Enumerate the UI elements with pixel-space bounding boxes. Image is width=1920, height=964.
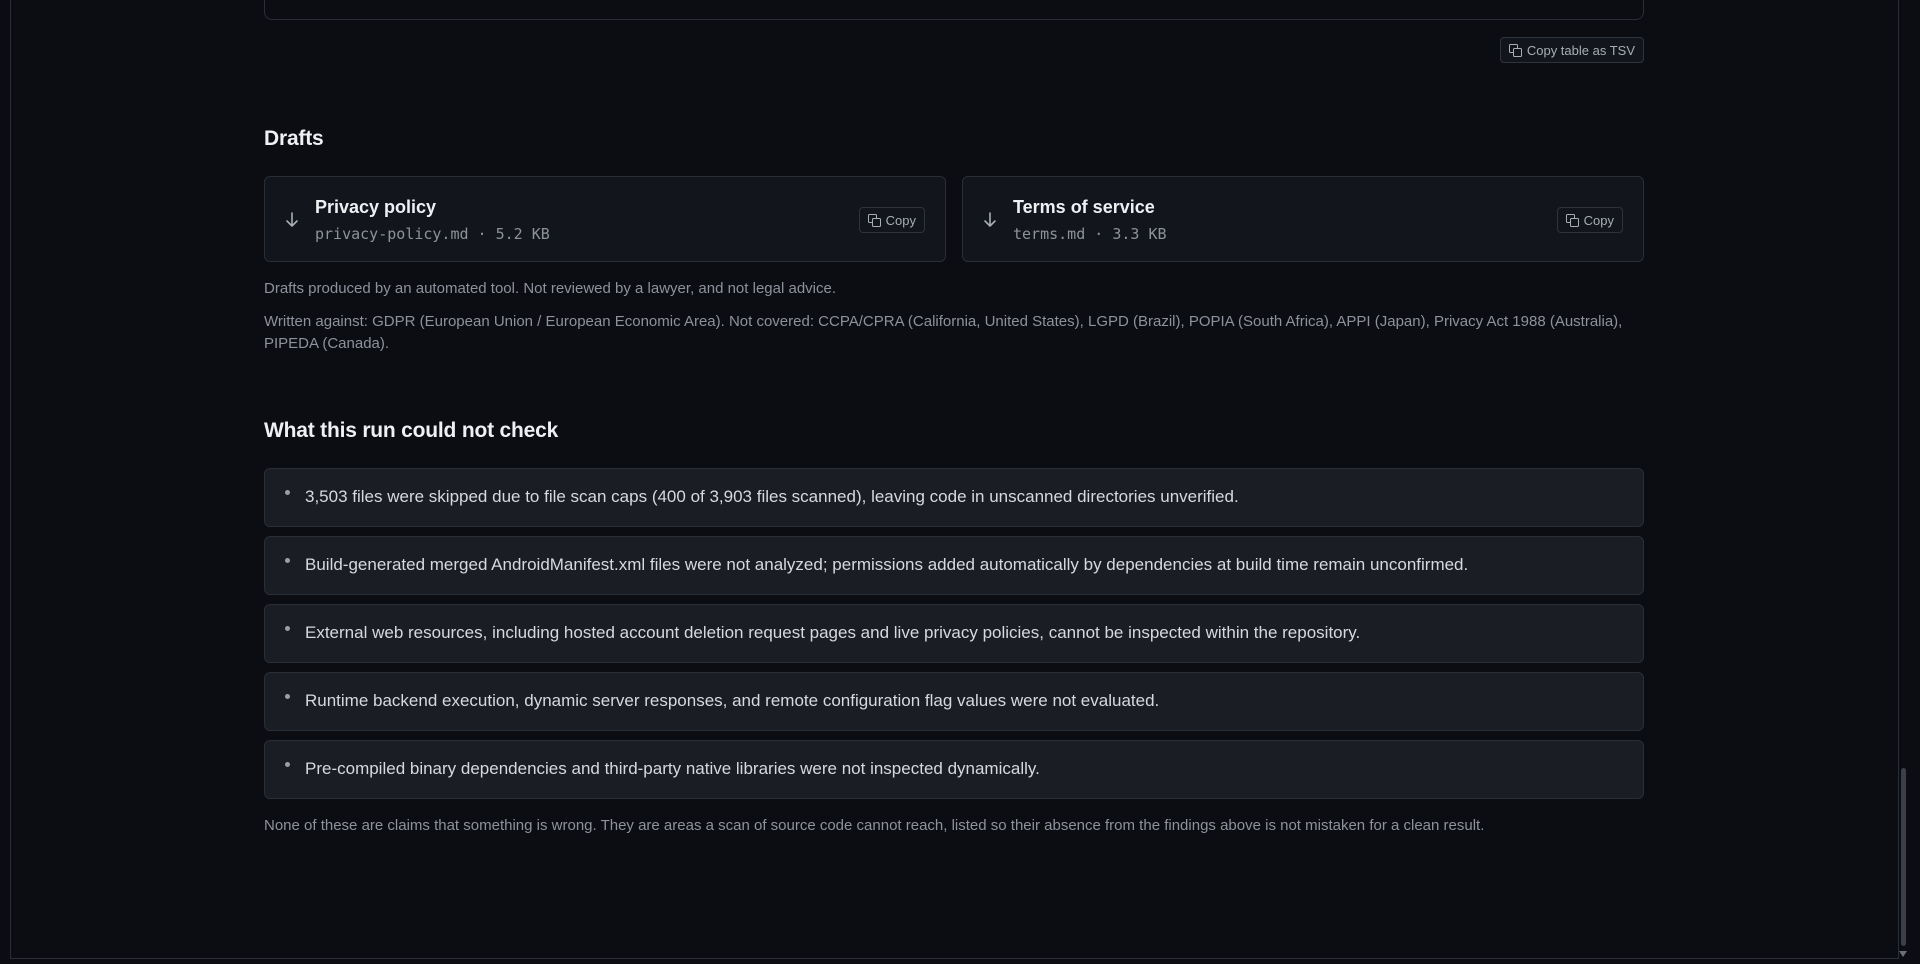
draft-card-terms-of-service[interactable]: Terms of service terms.md · 3.3 KB Copy <box>962 176 1644 262</box>
bullet-icon <box>285 558 290 563</box>
scroll-down-arrow-icon[interactable] <box>1899 951 1907 957</box>
page-scrollbar[interactable] <box>1898 0 1910 959</box>
copy-privacy-policy-button[interactable]: Copy <box>858 207 925 233</box>
draft-card-privacy-policy[interactable]: Privacy policy privacy-policy.md · 5.2 K… <box>264 176 946 262</box>
list-item: Pre-compiled binary dependencies and thi… <box>264 740 1644 799</box>
list-item-text: Pre-compiled binary dependencies and thi… <box>305 759 1040 778</box>
drafts-disclaimer: Drafts produced by an automated tool. No… <box>264 280 836 297</box>
drafts-coverage-note: Written against: GDPR (European Union / … <box>264 313 1623 352</box>
bullet-icon <box>285 626 290 631</box>
copy-terms-button[interactable]: Copy <box>1556 207 1623 233</box>
copy-table-tsv-label: Copy table as TSV <box>1526 42 1635 58</box>
copy-icon <box>1508 44 1522 57</box>
draft-title: Privacy policy <box>315 197 437 217</box>
arrow-down-icon <box>286 212 298 227</box>
copy-label: Copy <box>1583 212 1614 228</box>
draft-file-meta: privacy-policy.md · 5.2 KB <box>315 225 550 243</box>
list-item: Build-generated merged AndroidManifest.x… <box>264 536 1644 595</box>
list-item-text: External web resources, including hosted… <box>305 623 1361 642</box>
copy-icon <box>867 214 881 227</box>
list-item: 3,503 files were skipped due to file sca… <box>264 468 1644 527</box>
unchecked-list: 3,503 files were skipped due to file sca… <box>264 468 1644 808</box>
draft-file-meta: terms.md · 3.3 KB <box>1013 225 1167 243</box>
copy-icon <box>1565 214 1579 227</box>
bullet-icon <box>285 490 290 495</box>
list-item: Runtime backend execution, dynamic serve… <box>264 672 1644 731</box>
copy-table-tsv-button[interactable]: Copy table as TSV <box>1499 37 1644 63</box>
scrollbar-thumb[interactable] <box>1901 768 1906 946</box>
list-item-text: 3,503 files were skipped due to file sca… <box>305 487 1239 506</box>
unchecked-heading: What this run could not check <box>264 419 559 442</box>
drafts-heading: Drafts <box>264 127 324 150</box>
unchecked-footnote: None of these are claims that something … <box>264 817 1485 834</box>
draft-title: Terms of service <box>1013 197 1155 217</box>
previous-table-card <box>264 0 1644 20</box>
bullet-icon <box>285 762 290 767</box>
list-item-text: Runtime backend execution, dynamic serve… <box>305 691 1160 710</box>
list-item-text: Build-generated merged AndroidManifest.x… <box>305 555 1469 574</box>
list-item: External web resources, including hosted… <box>264 604 1644 663</box>
arrow-down-icon <box>984 212 996 227</box>
bullet-icon <box>285 694 290 699</box>
copy-label: Copy <box>885 212 916 228</box>
